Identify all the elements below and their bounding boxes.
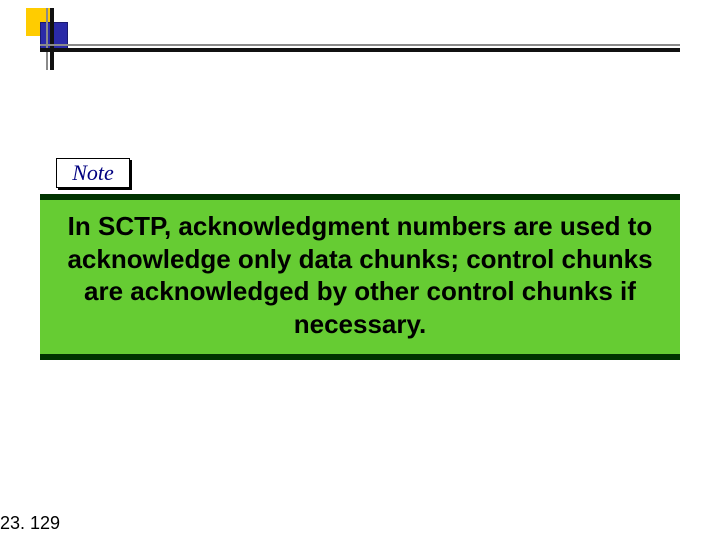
note-content: In SCTP, acknowledgment numbers are used…	[40, 200, 680, 354]
slide: Note In SCTP, acknowledgment numbers are…	[0, 0, 720, 540]
horizontal-line	[40, 48, 680, 52]
note-label-box: Note	[56, 158, 130, 188]
page-number: 23. 129	[0, 513, 60, 534]
note-label: Note	[72, 160, 114, 186]
header-decor	[0, 0, 720, 80]
note-text: In SCTP, acknowledgment numbers are used…	[58, 210, 662, 340]
note-body: In SCTP, acknowledgment numbers are used…	[40, 194, 680, 360]
horizontal-shadow-line	[40, 44, 680, 46]
vertical-line	[50, 8, 54, 70]
vertical-shadow-line	[46, 8, 48, 70]
note-border-bottom	[40, 354, 680, 360]
